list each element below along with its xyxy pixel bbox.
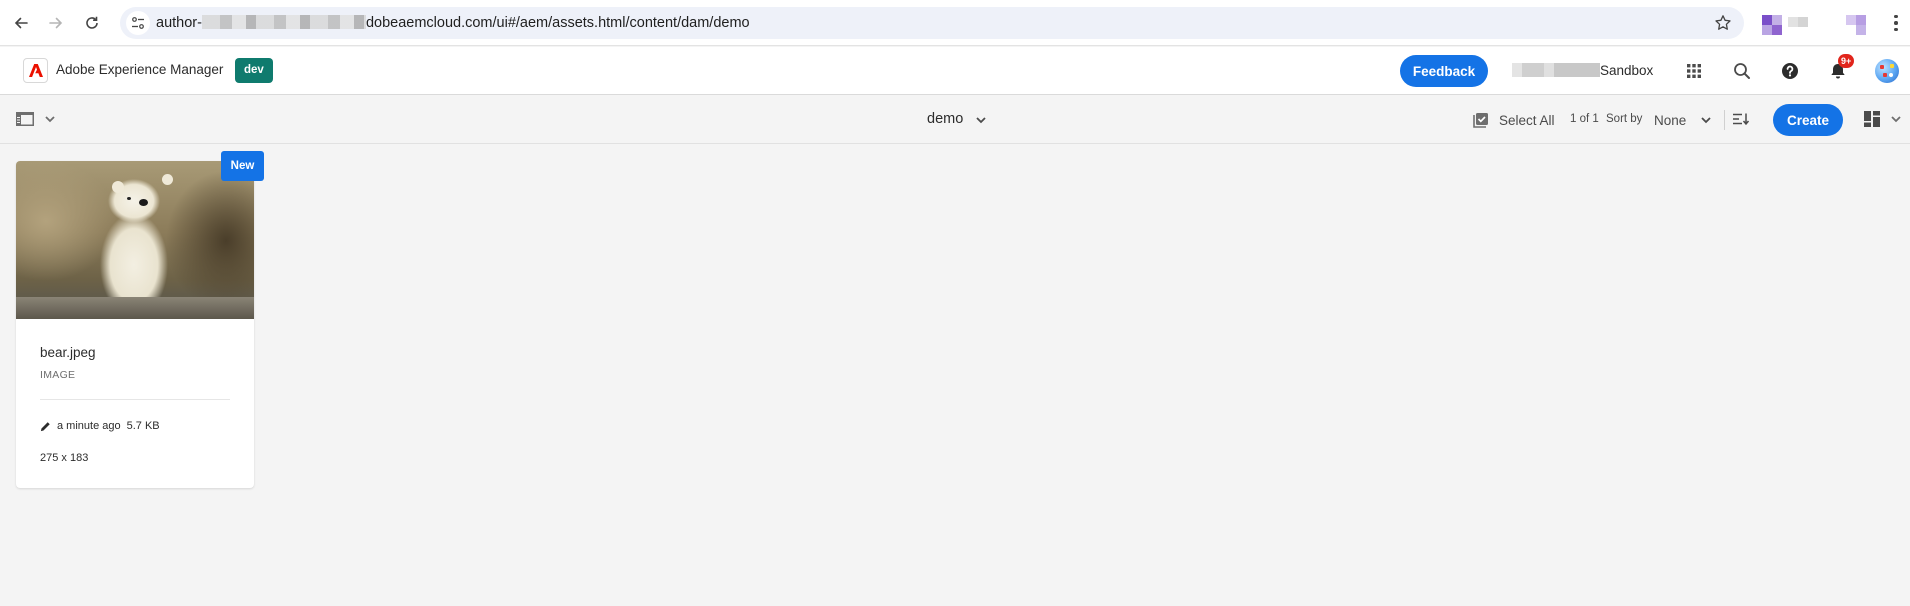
avatar-pattern [1883,73,1887,77]
forward-button[interactable] [44,11,68,35]
thumb-detail [162,174,173,185]
thumb-detail [16,297,254,319]
select-all-button[interactable]: Select All [1473,110,1555,130]
extension-icon [1772,25,1782,35]
search-button[interactable] [1730,59,1754,83]
arrow-right-icon [49,17,63,29]
extension-icon [1762,15,1772,25]
extension-icon [1788,17,1798,27]
redacted-text [201,15,366,29]
help-button[interactable] [1778,59,1802,83]
reload-icon [86,16,98,29]
chevron-down-icon [1701,117,1711,124]
environment-badge: dev [235,58,273,83]
notifications-button[interactable]: 9+ [1826,54,1855,83]
card-view-icon[interactable] [1864,111,1880,127]
extension-icon [1762,25,1772,35]
asset-modified: a minute ago [57,420,121,432]
avatar-pattern [1880,65,1884,69]
browser-toolbar: author-dobeaemcloud.com/ui#/aem/assets.h… [0,0,1910,46]
extension-icon [1772,15,1782,25]
sort-by-value: None [1654,112,1687,128]
adobe-logo-glyph [28,64,43,77]
sort-by-label: Sort by [1606,113,1643,125]
search-icon [1734,63,1750,79]
extension-icon [1856,15,1866,25]
url-suffix: dobeaemcloud.com/ui#/aem/assets.html/con… [365,15,750,31]
back-button[interactable] [9,11,33,35]
dot [1894,14,1898,19]
org-switcher[interactable]: Sandbox [1512,63,1653,78]
feedback-button[interactable]: Feedback [1400,55,1488,87]
divider [1724,110,1725,130]
select-all-label: Select All [1499,112,1555,128]
grid-dots-icon [1687,64,1701,78]
user-avatar[interactable] [1875,59,1899,83]
rail-toggle-icon[interactable] [16,112,34,126]
dot [1894,21,1898,25]
chevron-down-icon[interactable] [975,114,987,126]
arrow-left-icon [14,17,28,29]
chevron-down-icon[interactable] [1890,113,1902,125]
thumb-detail [112,181,124,193]
url-prefix: author- [156,15,202,31]
adobe-logo-icon[interactable] [23,58,48,83]
star-icon[interactable] [1714,14,1732,32]
address-bar[interactable]: author-dobeaemcloud.com/ui#/aem/assets.h… [120,7,1744,39]
thumb-detail [127,197,131,200]
org-name-suffix: Sandbox [1600,63,1654,78]
help-icon [1782,63,1798,79]
pencil-icon [40,421,50,431]
sort-direction-icon[interactable] [1732,112,1750,126]
extension-icon [1798,17,1808,27]
asset-name: bear.jpeg [40,345,96,360]
notification-count-badge: 9+ [1838,54,1855,68]
asset-card[interactable]: bear.jpeg IMAGE a minute ago 5.7 KB 275 … [16,161,254,488]
app-name[interactable]: Adobe Experience Manager [56,62,223,77]
avatar-pattern [1890,64,1894,68]
asset-size: 5.7 KB [126,420,160,432]
app-header: Adobe Experience Manager dev Feedback Sa… [0,47,1910,95]
sort-by-dropdown[interactable]: None [1654,109,1712,131]
kebab-menu-icon[interactable] [1893,13,1899,33]
asset-thumbnail [16,161,254,319]
divider [40,399,230,400]
page-count: 1 of 1 [1570,113,1599,125]
new-badge: New [221,151,264,181]
asset-type: IMAGE [40,369,76,381]
folder-title[interactable]: demo [927,111,963,127]
asset-meta: a minute ago 5.7 KB [40,420,160,432]
avatar-pattern [1889,73,1893,77]
extension-icon [1856,25,1866,35]
apps-button[interactable] [1682,59,1706,83]
action-bar: demo Select All 1 of 1 Sort by None Crea… [0,96,1910,144]
checkbox-select-icon [1473,113,1488,128]
chevron-down-icon[interactable] [44,113,56,125]
tune-icon [132,17,144,29]
thumb-detail [139,199,148,206]
reload-button[interactable] [80,11,104,35]
site-info-button[interactable] [126,11,150,35]
extensions-area[interactable] [1762,13,1872,35]
url-text[interactable]: author-dobeaemcloud.com/ui#/aem/assets.h… [156,15,750,31]
dot [1894,27,1898,32]
redacted-text [1512,63,1600,77]
asset-dimensions: 275 x 183 [40,452,89,464]
extension-icon [1846,15,1856,25]
create-button[interactable]: Create [1773,104,1843,136]
assets-grid: bear.jpeg IMAGE a minute ago 5.7 KB 275 … [0,145,1910,606]
